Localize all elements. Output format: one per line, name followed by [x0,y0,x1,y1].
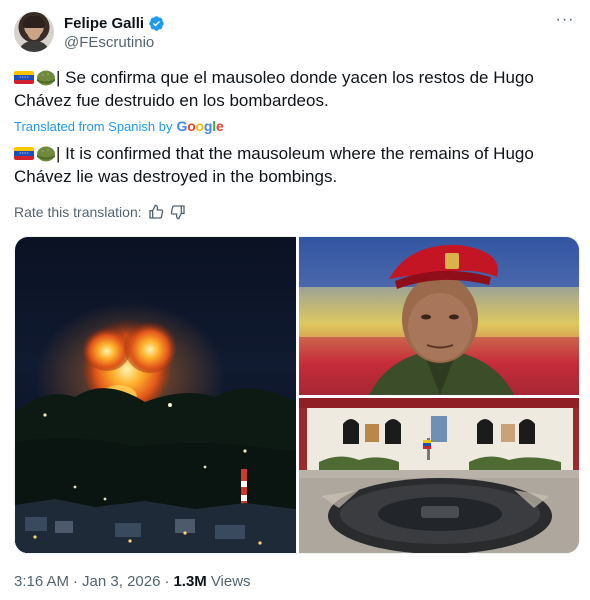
rate-label: Rate this translation: [14,204,142,220]
original-text: | Se confirma que el mausoleo donde yace… [14,68,534,110]
meta-separator-2: · [164,573,170,590]
avatar-hair [23,16,45,28]
thumbs-down-icon[interactable] [170,204,186,220]
name-row: Felipe Galli [64,13,165,33]
original-tweet-text: • • • • | Se confirma que el mausoleo don… [14,66,568,112]
google-logo: Google [176,118,224,134]
author-block: Felipe Galli @FEscrutinio [64,13,165,51]
night-fire-scene [15,302,296,553]
venezuela-flag-icon: • • • • [14,71,34,84]
views-label: Views [210,573,251,590]
verified-badge-icon[interactable] [148,15,165,32]
more-options-button[interactable]: ··· [554,12,576,34]
translated-text: | It is confirmed that the mausoleum whe… [14,144,534,186]
military-helmet-icon [37,146,55,162]
author-handle[interactable]: @FEscrutinio [64,34,165,51]
mausoleum-interior-photo[interactable] [299,398,579,553]
rate-translation: Rate this translation: [14,204,186,220]
avatar-shirt [18,41,50,52]
tweet-date[interactable]: Jan 3, 2026 [82,573,160,590]
tweet-time[interactable]: 3:16 AM [14,573,69,590]
tweet-header: Felipe Galli @FEscrutinio ··· [14,12,576,56]
author-name[interactable]: Felipe Galli [64,15,144,32]
portrait-scene [299,237,579,395]
mausoleum-scene [299,398,579,553]
translated-prefix: Translated from Spanish by [14,118,173,134]
meta-separator: · [73,573,79,590]
night-fire-explosion-photo[interactable] [15,237,296,553]
media-grid [14,236,580,554]
avatar[interactable] [14,12,54,52]
thumbs-up-icon[interactable] [148,204,164,220]
translated-from-link[interactable]: Translated from Spanish by Google [14,118,224,134]
tweet-meta: 3:16 AM · Jan 3, 2026 · 1.3M Views [14,573,251,590]
military-helmet-icon [37,70,55,86]
hugo-chavez-portrait-photo[interactable] [299,237,579,395]
views-count: 1.3M [173,573,207,590]
translated-tweet-text: • • • • | It is confirmed that the mausol… [14,142,568,188]
venezuela-flag-icon: • • • • [14,147,34,160]
